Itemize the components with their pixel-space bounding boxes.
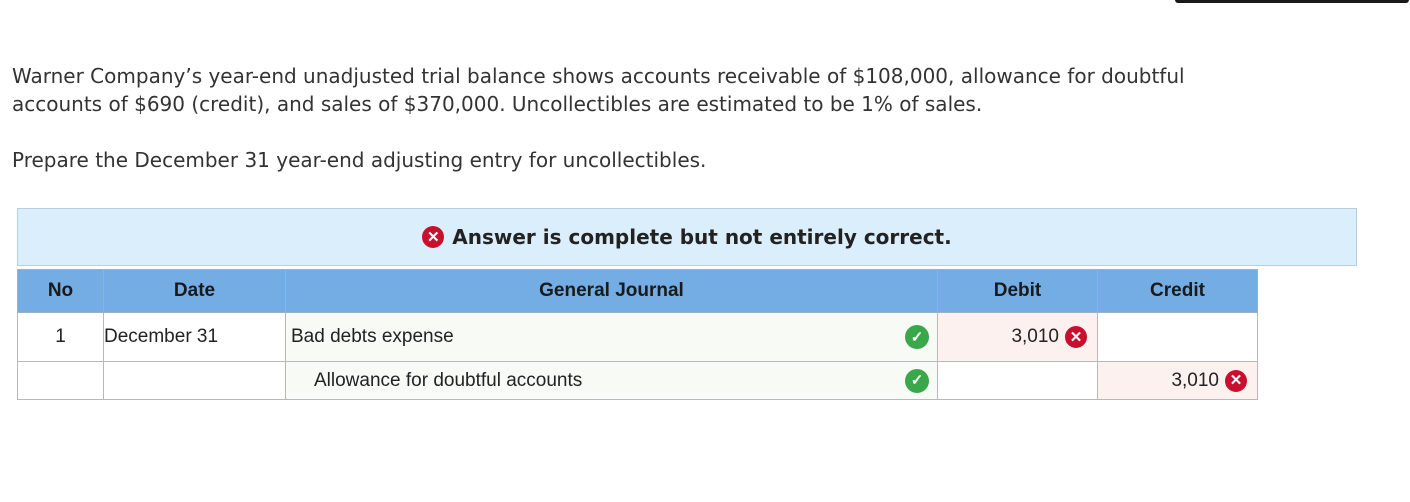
header-credit: Credit: [1097, 269, 1258, 313]
question-text: Warner Company’s year-end unadjusted tri…: [12, 62, 1372, 174]
credit-cell[interactable]: 3,010 ✕: [1097, 361, 1258, 400]
header-debit: Debit: [937, 269, 1098, 313]
account-cell[interactable]: Allowance for doubtful accounts ✓: [285, 361, 938, 400]
x-circle-icon: ✕: [1225, 369, 1247, 392]
top-toolbar-edge: [1175, 0, 1409, 3]
table-row: 1 December 31 Bad debts expense ✓ 3,010 …: [17, 312, 1258, 362]
debit-cell[interactable]: 3,010 ✕: [937, 312, 1098, 362]
general-journal-table: No Date General Journal Debit Credit 1 D…: [17, 269, 1258, 400]
entry-number: [17, 361, 104, 400]
answer-status-banner: ✕ Answer is complete but not entirely co…: [17, 208, 1357, 266]
date-cell[interactable]: December 31: [103, 312, 286, 362]
header-general-journal: General Journal: [285, 269, 938, 313]
check-circle-icon: ✓: [905, 368, 929, 393]
account-cell[interactable]: Bad debts expense ✓: [285, 312, 938, 362]
answer-status-text: Answer is complete but not entirely corr…: [452, 225, 952, 249]
account-name: Allowance for doubtful accounts: [314, 369, 583, 391]
entry-number: 1: [17, 312, 104, 362]
x-circle-icon: ✕: [422, 226, 445, 248]
question-line-2: accounts of $690 (credit), and sales of …: [12, 92, 983, 116]
account-name: Bad debts expense: [291, 326, 454, 347]
table-header-row: No Date General Journal Debit Credit: [17, 269, 1258, 313]
credit-cell[interactable]: [1097, 312, 1258, 362]
debit-cell[interactable]: [937, 361, 1098, 400]
question-instruction: Prepare the December 31 year-end adjusti…: [12, 148, 707, 172]
date-cell[interactable]: [103, 361, 286, 400]
x-circle-icon: ✕: [1065, 326, 1087, 348]
question-line-1: Warner Company’s year-end unadjusted tri…: [12, 64, 1185, 88]
header-date: Date: [103, 269, 286, 313]
credit-amount: 3,010: [1171, 369, 1219, 391]
debit-amount: 3,010: [1011, 326, 1059, 347]
check-circle-icon: ✓: [905, 325, 929, 349]
header-no: No: [17, 269, 104, 313]
table-row: Allowance for doubtful accounts ✓ 3,010 …: [17, 361, 1258, 400]
